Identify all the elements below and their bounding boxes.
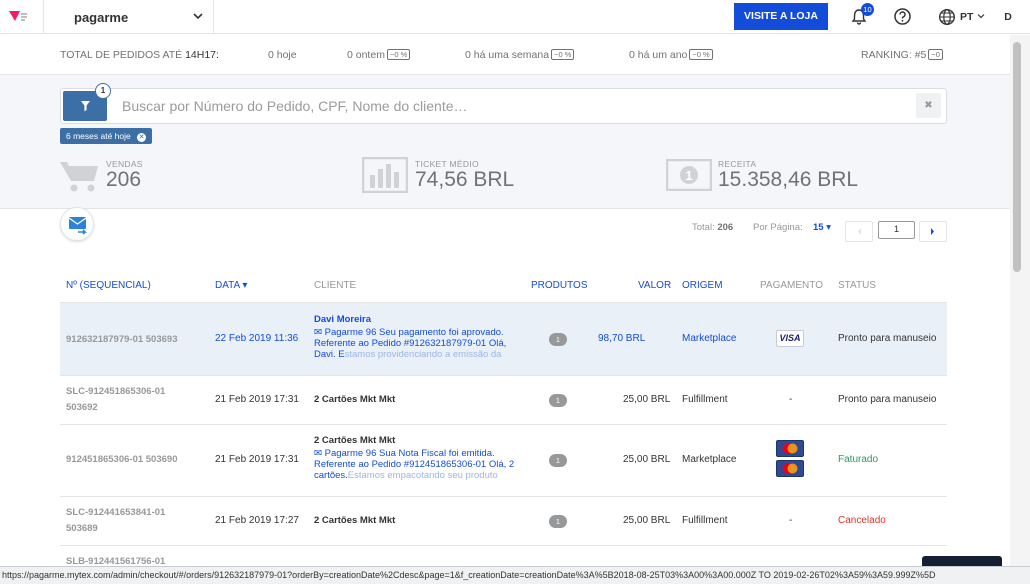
revenue-value: 15.358,46 BRL xyxy=(718,168,859,191)
summary-total: TOTAL DE PEDIDOS ATÉ 14H17: xyxy=(60,49,219,61)
summary-week: 0 há uma semana ~0 % xyxy=(465,49,575,61)
search-box: Buscar por Número do Pedido, CPF, Nome d… xyxy=(60,88,947,124)
account-name: pagarme xyxy=(74,10,129,25)
chevron-right-icon xyxy=(931,228,934,235)
visit-store-button[interactable]: VISITE A LOJA xyxy=(734,3,828,30)
help-icon[interactable] xyxy=(893,7,912,26)
chevron-left-icon xyxy=(858,228,861,235)
remove-tag-icon[interactable]: ✕ xyxy=(137,133,147,142)
col-client: CLIENTE xyxy=(314,280,357,291)
chevron-down-icon xyxy=(977,14,985,19)
col-order[interactable]: Nº (SEQUENCIAL) xyxy=(66,280,151,291)
per-page-select[interactable]: 15 ▾ xyxy=(813,222,831,233)
globe-icon[interactable] xyxy=(938,8,956,26)
order-message: ✉ Pagarme 96 Sua Nota Fiscal foi emitida… xyxy=(314,448,515,481)
banknote-icon: 1 xyxy=(666,159,712,191)
summary-yesterday: 0 ontem ~0 % xyxy=(347,49,411,61)
vtex-logo[interactable] xyxy=(0,0,44,34)
search-input[interactable]: Buscar por Número do Pedido, CPF, Nome d… xyxy=(122,98,468,114)
top-bar: pagarme VISITE A LOJA 10 PT D xyxy=(0,0,1030,34)
mastercard-icon xyxy=(776,460,804,477)
col-date[interactable]: DATA ▾ xyxy=(215,280,247,291)
active-filter-tag[interactable]: 6 meses até hoje ✕ xyxy=(60,128,153,144)
clear-search-button[interactable]: ✖ xyxy=(916,93,941,118)
user-avatar[interactable]: D xyxy=(997,8,1019,26)
products-badge: 1 xyxy=(549,454,567,467)
mastercard-icon xyxy=(776,440,804,457)
language-label[interactable]: PT xyxy=(960,11,973,23)
col-value[interactable]: VALOR xyxy=(638,280,671,291)
col-payment: PAGAMENTO xyxy=(760,280,823,291)
mail-icon: ✉ xyxy=(314,448,322,459)
table-row[interactable]: SLC-912451865306-01 503692 21 Feb 2019 1… xyxy=(60,376,947,425)
notification-badge: 10 xyxy=(861,3,874,16)
summary-ranking: RANKING: #5 ~0 xyxy=(861,49,943,61)
email-report-button[interactable] xyxy=(60,207,94,241)
sales-value: 206 xyxy=(106,168,142,191)
mail-icon: ✉ xyxy=(314,327,322,338)
table-row[interactable]: 912632187979-01 503693 22 Feb 2019 11:36… xyxy=(60,303,947,376)
summary-year: 0 há um ano ~0 % xyxy=(629,49,713,61)
col-origin[interactable]: ORIGEM xyxy=(682,280,723,291)
chevron-down-icon xyxy=(193,13,203,20)
page-number-input[interactable]: 1 xyxy=(878,221,915,239)
browser-status-bar: https://pagarme.mytex.com/admin/checkout… xyxy=(0,566,1030,584)
table-row[interactable]: 912451865306-01 503690 21 Feb 2019 17:31… xyxy=(60,425,947,497)
ticket-value: 74,56 BRL xyxy=(415,168,515,191)
mail-icon xyxy=(68,217,87,235)
svg-text:1: 1 xyxy=(685,168,692,183)
products-badge: 1 xyxy=(549,333,567,346)
per-page-label: Por Página: xyxy=(753,222,803,233)
table-row[interactable]: SLB-912441561756-01 xyxy=(60,546,947,567)
products-badge: 1 xyxy=(549,515,567,528)
scrollbar-thumb[interactable] xyxy=(1013,42,1021,272)
bar-chart-icon xyxy=(362,157,408,193)
order-message: ✉ Pagarme 96 Seu pagamento foi aprovado.… xyxy=(314,327,507,360)
orders-summary-bar: TOTAL DE PEDIDOS ATÉ 14H17: 0 hoje 0 ont… xyxy=(0,35,1030,75)
prev-page-button[interactable] xyxy=(845,221,873,242)
col-status: STATUS xyxy=(838,280,876,291)
col-products[interactable]: PRODUTOS xyxy=(531,280,588,291)
filter-count-badge: 1 xyxy=(95,83,111,99)
next-page-button[interactable] xyxy=(919,221,947,242)
sort-desc-icon: ▾ xyxy=(242,280,248,291)
products-badge: 1 xyxy=(549,394,567,407)
summary-today: 0 hoje xyxy=(268,49,297,61)
cart-icon xyxy=(60,162,98,192)
visa-card-icon: VISA xyxy=(776,330,804,347)
total-label: Total: 206 xyxy=(692,222,734,233)
table-row[interactable]: SLC-912441653841-01 503689 21 Feb 2019 1… xyxy=(60,497,947,546)
account-selector[interactable]: pagarme xyxy=(44,0,214,34)
